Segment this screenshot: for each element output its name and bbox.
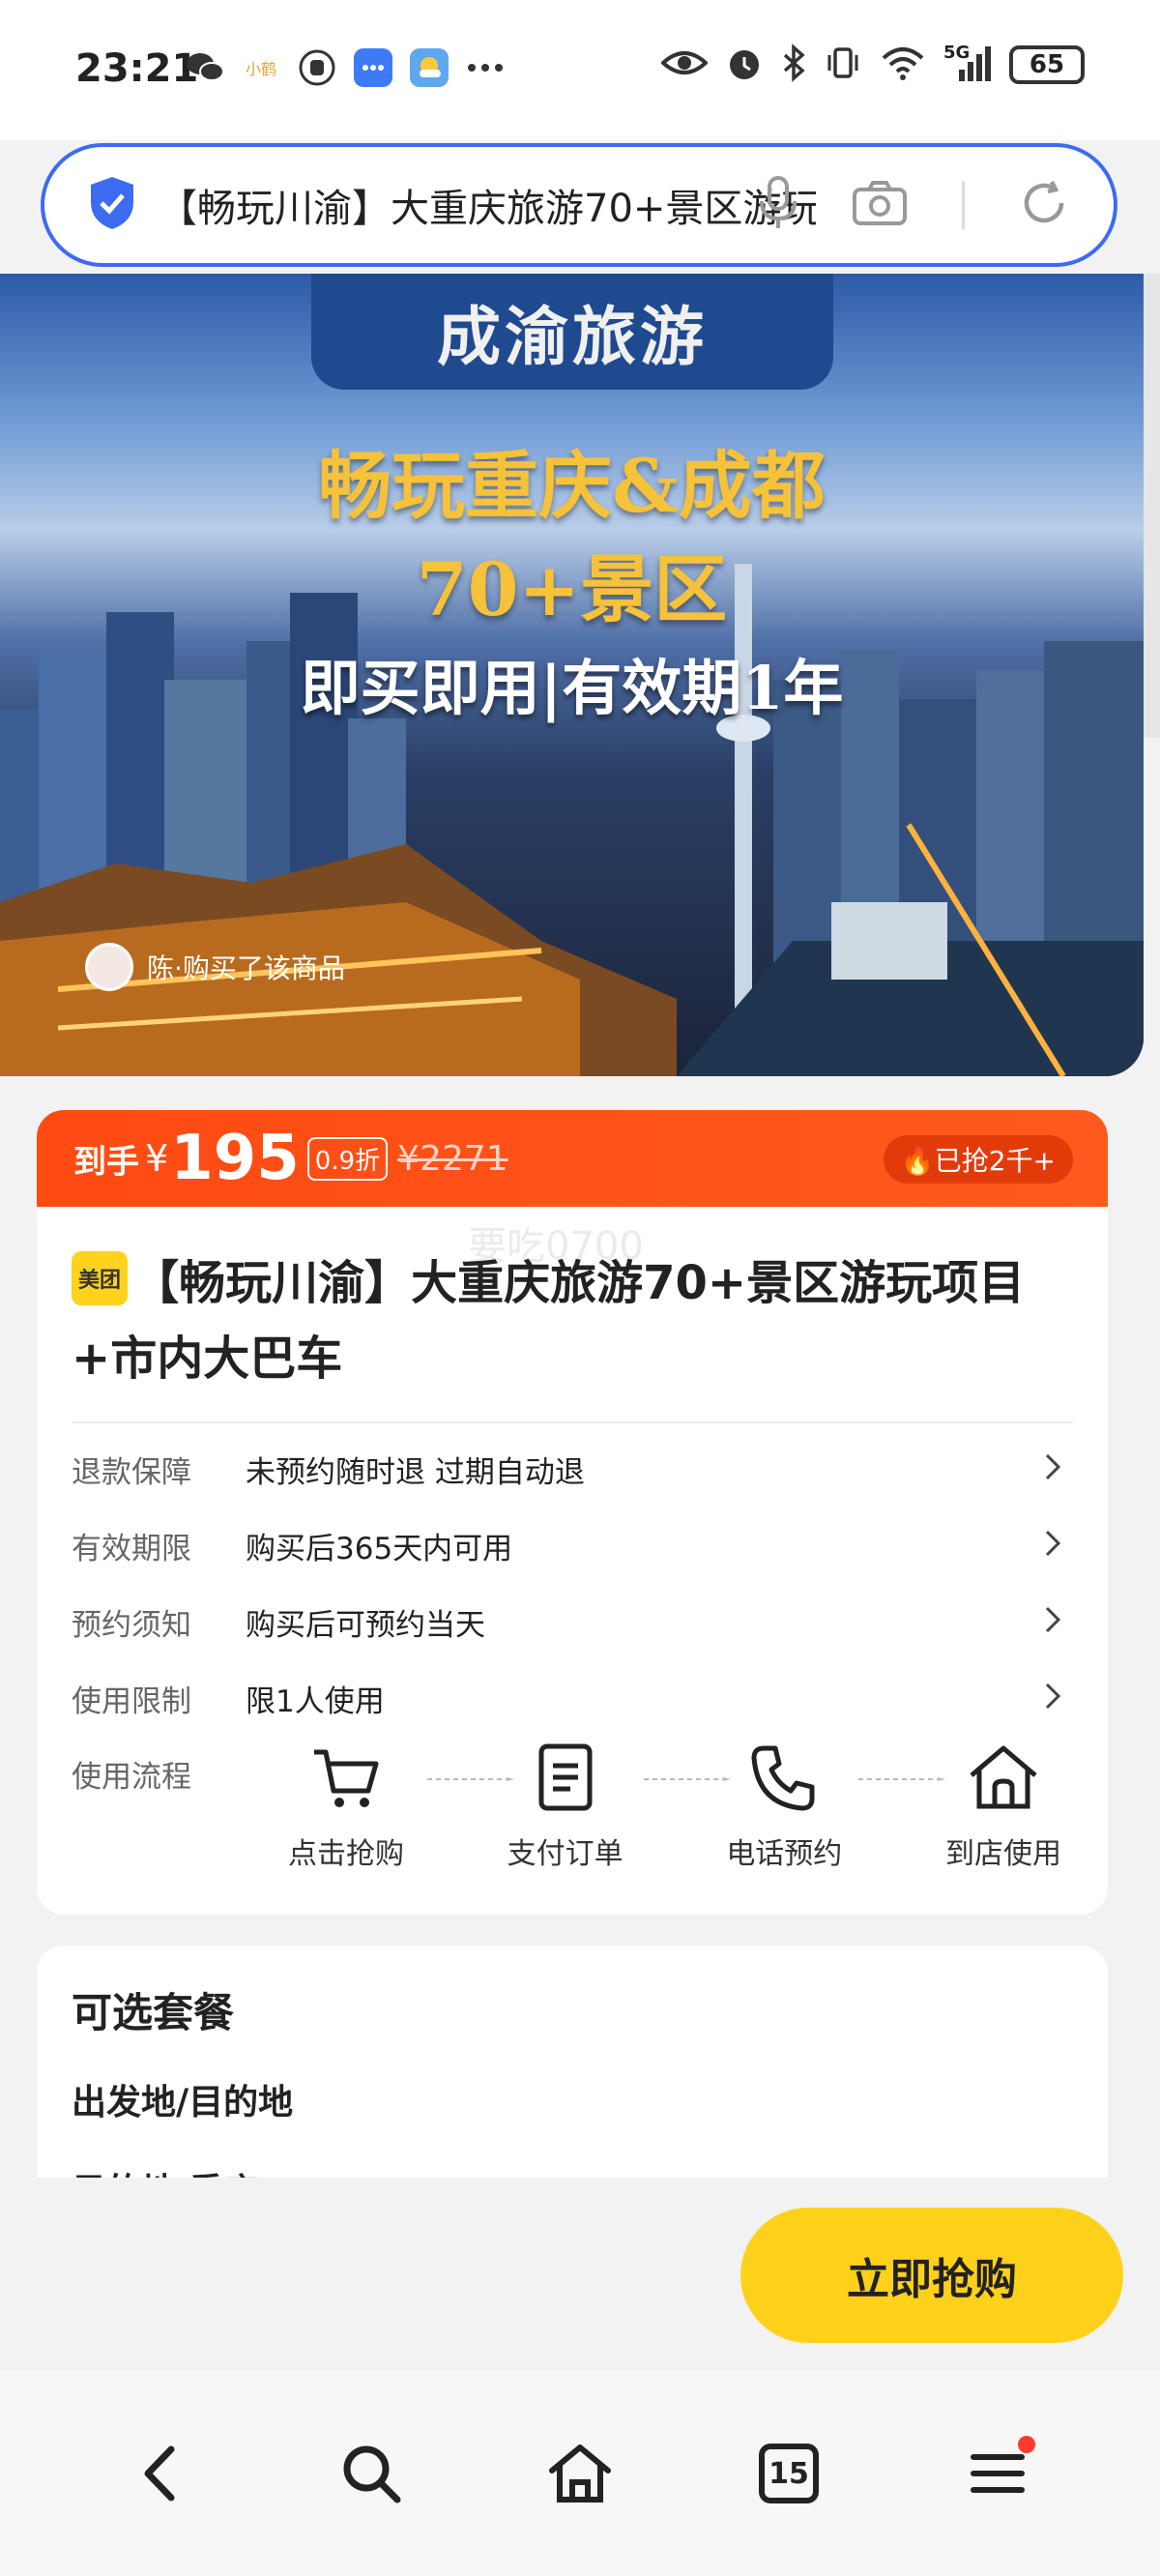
network-type: 5G bbox=[943, 43, 971, 63]
order-icon bbox=[538, 1743, 593, 1811]
info-value: 购买后可预约当天 bbox=[246, 1608, 485, 1643]
flow-step-label: 到店使用 bbox=[944, 1837, 1061, 1871]
flow-step-label: 支付订单 bbox=[507, 1837, 624, 1871]
nav-tabs[interactable]: 15 bbox=[745, 2430, 832, 2517]
flow-label: 使用流程 bbox=[72, 1760, 191, 1795]
nav-home[interactable] bbox=[536, 2430, 624, 2517]
brand-badge: 小鹤 bbox=[245, 60, 276, 78]
recent-buyer-notice: 陈·购买了该商品 bbox=[85, 943, 345, 991]
discount-badge: 0.9折 bbox=[306, 1136, 389, 1181]
platform-badge: 美团 bbox=[72, 1251, 128, 1305]
flow-step-pay: 支付订单 bbox=[498, 1741, 633, 1872]
status-bar: 23:21 小鹤 5G 65 bbox=[0, 0, 1160, 140]
product-title-block: 要吃0700 美团 【畅玩川渝】大重庆旅游70+景区游玩项目+市内大巴车 bbox=[37, 1207, 1108, 1396]
chevron-right-icon bbox=[1045, 1606, 1061, 1633]
info-row-booking[interactable]: 预约须知 购买后可预约当天 bbox=[37, 1584, 1108, 1660]
package-option-group[interactable]: 出发地/目的地 bbox=[72, 2074, 1073, 2124]
search-bar[interactable]: 【畅玩川渝】大重庆旅游70+景区游玩项目+市内大巴车 bbox=[41, 143, 1117, 267]
original-price: ¥2271 bbox=[397, 1138, 508, 1179]
microphone-icon[interactable] bbox=[759, 176, 798, 234]
signal-icon: 5G bbox=[943, 43, 992, 87]
vibrate-icon bbox=[824, 44, 862, 86]
package-title: 可选套餐 bbox=[72, 1989, 235, 2036]
chevron-right-icon bbox=[1045, 1683, 1061, 1710]
info-row-refund[interactable]: 退款保障 未预约随时退 过期自动退 bbox=[37, 1431, 1108, 1508]
toolbar-divider bbox=[962, 181, 965, 229]
info-row-validity[interactable]: 有效期限 购买后365天内可用 bbox=[37, 1508, 1108, 1584]
flow-step-purchase: 点击抢购 bbox=[278, 1741, 414, 1872]
divider bbox=[72, 1421, 1073, 1423]
nav-search[interactable] bbox=[328, 2430, 415, 2517]
search-input[interactable]: 【畅玩川渝】大重庆旅游70+景区游玩项目+市内大巴车 bbox=[159, 177, 816, 233]
sold-count-badge: 🔥已抢2千+ bbox=[883, 1135, 1073, 1184]
cart-icon bbox=[314, 1749, 379, 1807]
shield-icon bbox=[87, 175, 137, 235]
package-destination[interactable]: 目的地:重庆 bbox=[72, 2163, 1073, 2178]
product-title: 【畅玩川渝】大重庆旅游70+景区游玩项目+市内大巴车 bbox=[72, 1256, 1026, 1386]
flow-step-label: 电话预约 bbox=[726, 1837, 843, 1871]
notification-icons: 小鹤 bbox=[184, 46, 507, 89]
chevron-right-icon bbox=[1045, 1453, 1061, 1480]
wechat-icon bbox=[184, 46, 226, 89]
nav-back[interactable] bbox=[119, 2430, 206, 2517]
eye-icon bbox=[660, 47, 709, 82]
battery-indicator: 65 bbox=[1009, 45, 1085, 84]
store-icon bbox=[970, 1745, 1037, 1809]
message-app-icon bbox=[352, 46, 394, 89]
home-icon bbox=[549, 2444, 611, 2503]
info-label: 有效期限 bbox=[72, 1532, 191, 1566]
nav-menu[interactable] bbox=[954, 2430, 1041, 2517]
usage-flow: 使用流程 点击抢购 支付订单 电话预约 到店使用 bbox=[37, 1741, 1108, 1895]
bottom-navigation: 15 bbox=[0, 2371, 1160, 2576]
info-value: 未预约随时退 过期自动退 bbox=[246, 1455, 585, 1490]
status-time: 23:21 bbox=[75, 46, 199, 91]
flow-step-label: 点击抢购 bbox=[288, 1837, 404, 1871]
info-row-usage-limit[interactable]: 使用限制 限1人使用 bbox=[37, 1660, 1108, 1737]
info-label: 预约须知 bbox=[72, 1608, 191, 1643]
product-hero-image[interactable]: 成渝旅游 畅玩重庆&成都 70+景区 即买即用|有效期1年 陈·购买了该商品 bbox=[0, 274, 1144, 1076]
arrow-right-icon bbox=[644, 1777, 731, 1781]
chevron-right-icon bbox=[1045, 1530, 1061, 1557]
notification-dot bbox=[1018, 2436, 1035, 2453]
flow-step-call: 电话预约 bbox=[716, 1741, 852, 1872]
package-options-card: 可选套餐 出发地/目的地 目的地:重庆 bbox=[37, 1946, 1108, 2178]
avatar bbox=[85, 943, 133, 991]
tab-count-badge: 15 bbox=[759, 2444, 819, 2503]
wifi-icon bbox=[880, 44, 926, 85]
info-label: 使用限制 bbox=[72, 1684, 191, 1719]
flow-step-store: 到店使用 bbox=[936, 1741, 1071, 1872]
current-price: 195 bbox=[170, 1123, 300, 1194]
camera-icon[interactable] bbox=[852, 180, 908, 230]
search-icon bbox=[343, 2445, 401, 2503]
back-icon bbox=[144, 2445, 175, 2502]
hero-badge: 成渝旅游 bbox=[311, 274, 833, 390]
refresh-icon[interactable] bbox=[1019, 178, 1069, 232]
arrow-right-icon bbox=[427, 1777, 514, 1781]
hand-icon bbox=[296, 46, 338, 89]
watermark: 要吃0700 bbox=[468, 1224, 644, 1269]
buyer-text: 陈·购买了该商品 bbox=[147, 952, 345, 984]
price-label: 到手 bbox=[73, 1142, 139, 1182]
product-card: 到手 ¥ 195 0.9折 ¥2271 🔥已抢2千+ 要吃0700 美团 【畅玩… bbox=[37, 1110, 1108, 1915]
price-bar: 到手 ¥ 195 0.9折 ¥2271 🔥已抢2千+ bbox=[37, 1110, 1108, 1207]
currency-symbol: ¥ bbox=[145, 1137, 169, 1180]
bluetooth-icon bbox=[781, 44, 806, 86]
hero-headline: 畅玩重庆&成都 bbox=[318, 443, 826, 529]
info-label: 退款保障 bbox=[72, 1455, 191, 1490]
buy-now-button[interactable]: 立即抢购 bbox=[740, 2208, 1123, 2343]
alarm-icon bbox=[725, 44, 764, 86]
weather-app-icon bbox=[408, 46, 450, 89]
info-value: 购买后365天内可用 bbox=[246, 1532, 513, 1566]
arrow-right-icon bbox=[858, 1777, 945, 1781]
hero-subheadline: 70+景区 bbox=[416, 546, 728, 632]
hero-tagline: 即买即用|有效期1年 bbox=[300, 653, 844, 723]
phone-icon bbox=[751, 1745, 815, 1811]
system-icons: 5G 65 bbox=[660, 43, 1085, 87]
more-icon bbox=[464, 46, 507, 89]
info-value: 限1人使用 bbox=[246, 1684, 385, 1719]
scrollbar[interactable] bbox=[1144, 274, 1160, 738]
hero-badge-title: 成渝旅游 bbox=[437, 300, 708, 374]
